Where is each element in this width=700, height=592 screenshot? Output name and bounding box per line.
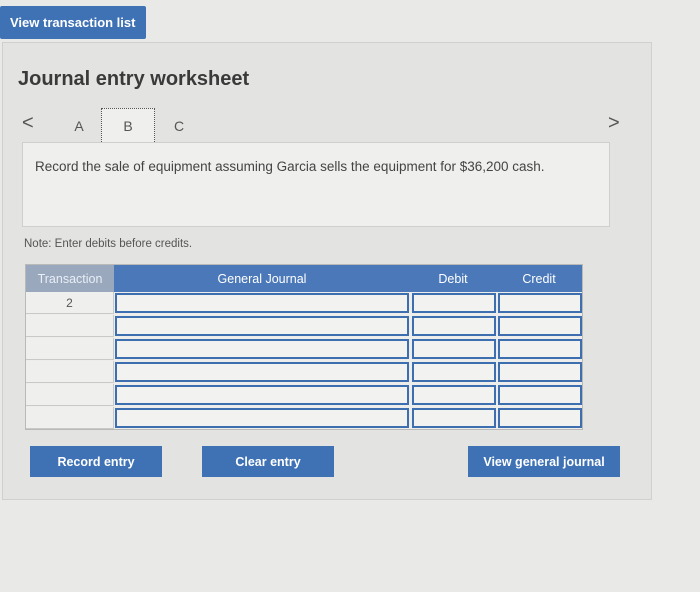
view-transaction-list-button[interactable]: View transaction list — [0, 6, 146, 39]
transaction-cell: 2 — [26, 292, 114, 314]
table-row — [26, 361, 582, 383]
debit-input[interactable] — [412, 408, 496, 428]
chevron-left-icon[interactable]: < — [22, 112, 34, 135]
debit-input[interactable] — [412, 339, 496, 359]
general-journal-input[interactable] — [115, 339, 409, 359]
transaction-cell — [26, 384, 114, 406]
credit-input[interactable] — [498, 293, 582, 313]
credit-input[interactable] — [498, 339, 582, 359]
general-journal-input[interactable] — [115, 293, 409, 313]
debit-input[interactable] — [412, 362, 496, 382]
note-text: Note: Enter debits before credits. — [24, 238, 193, 250]
general-journal-input[interactable] — [115, 408, 409, 428]
transaction-cell — [26, 315, 114, 337]
transaction-cell — [26, 407, 114, 429]
tab-b[interactable]: B — [101, 108, 155, 144]
header-credit: Credit — [522, 271, 556, 286]
general-journal-input[interactable] — [115, 362, 409, 382]
table-row: 2 — [26, 292, 582, 314]
general-journal-input[interactable] — [115, 316, 409, 336]
table-row — [26, 338, 582, 360]
debit-input[interactable] — [412, 385, 496, 405]
header-debit: Debit — [438, 271, 468, 286]
view-general-journal-button[interactable]: View general journal — [468, 446, 620, 477]
credit-input[interactable] — [498, 316, 582, 336]
general-journal-input[interactable] — [115, 385, 409, 405]
credit-input[interactable] — [498, 385, 582, 405]
credit-input[interactable] — [498, 362, 582, 382]
record-entry-button[interactable]: Record entry — [30, 446, 162, 477]
header-general-journal: General Journal — [217, 271, 307, 286]
header-transaction: Transaction — [26, 265, 114, 292]
instruction-box: Record the sale of equipment assuming Ga… — [22, 142, 610, 227]
transaction-cell — [26, 338, 114, 360]
page-title: Journal entry worksheet — [18, 68, 250, 90]
tab-a[interactable]: A — [52, 108, 106, 144]
table-row — [26, 384, 582, 406]
tab-c[interactable]: C — [152, 108, 206, 144]
chevron-right-icon[interactable]: > — [608, 112, 620, 135]
debit-input[interactable] — [412, 293, 496, 313]
table-row — [26, 315, 582, 337]
credit-input[interactable] — [498, 408, 582, 428]
transaction-cell — [26, 361, 114, 383]
debit-input[interactable] — [412, 316, 496, 336]
clear-entry-button[interactable]: Clear entry — [202, 446, 334, 477]
instruction-text: Record the sale of equipment assuming Ga… — [35, 159, 545, 174]
journal-table: Transaction General Journal Debit Credit… — [25, 264, 583, 430]
table-header: Transaction General Journal Debit Credit — [26, 265, 582, 292]
table-row — [26, 407, 582, 429]
